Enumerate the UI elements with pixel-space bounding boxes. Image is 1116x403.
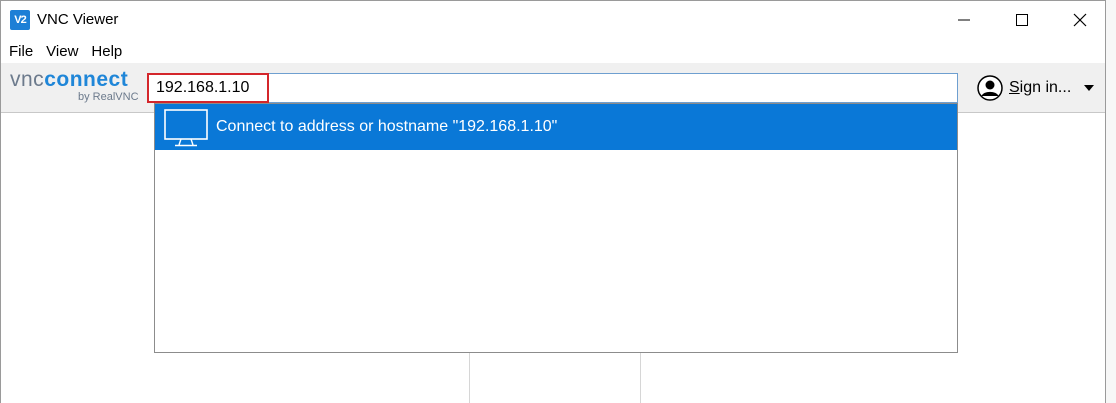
suggestion-label: Connect to address or hostname "192.168.… bbox=[216, 118, 558, 135]
user-avatar-icon bbox=[977, 75, 1003, 101]
logo-connect-text: connect bbox=[44, 68, 129, 91]
close-button[interactable] bbox=[1051, 1, 1109, 39]
caret-down-icon[interactable] bbox=[1083, 84, 1095, 92]
minimize-icon bbox=[958, 19, 970, 21]
menu-file[interactable]: File bbox=[9, 43, 33, 60]
address-suggestions-dropdown: Connect to address or hostname "192.168.… bbox=[154, 103, 958, 353]
suggestion-connect-address[interactable]: Connect to address or hostname "192.168.… bbox=[155, 104, 957, 150]
monitor-icon bbox=[164, 109, 208, 147]
logo-by-realvnc: by RealVNC bbox=[78, 91, 139, 103]
vnc-viewer-icon: V2 bbox=[10, 10, 30, 30]
address-input[interactable] bbox=[156, 77, 936, 99]
menu-view[interactable]: View bbox=[46, 43, 78, 60]
vnc-viewer-window: V2 VNC Viewer File View Help vncconnect … bbox=[0, 0, 1106, 403]
title-bar: V2 VNC Viewer bbox=[1, 1, 1105, 39]
menu-bar: File View Help bbox=[1, 39, 1105, 63]
sign-in-button[interactable]: Sign in... bbox=[977, 75, 1095, 101]
window-title: VNC Viewer bbox=[37, 11, 119, 28]
background-window-edge bbox=[1106, 0, 1116, 403]
logo-vnc-text: vnc bbox=[10, 68, 45, 91]
vnc-connect-logo: vncconnect by RealVNC bbox=[10, 69, 142, 109]
sign-in-label: Sign in... bbox=[1009, 79, 1072, 96]
address-bar[interactable] bbox=[147, 73, 958, 103]
minimize-button[interactable] bbox=[935, 1, 993, 39]
close-icon bbox=[1073, 13, 1087, 27]
maximize-icon bbox=[1016, 14, 1028, 26]
menu-help[interactable]: Help bbox=[91, 43, 122, 60]
maximize-button[interactable] bbox=[993, 1, 1051, 39]
